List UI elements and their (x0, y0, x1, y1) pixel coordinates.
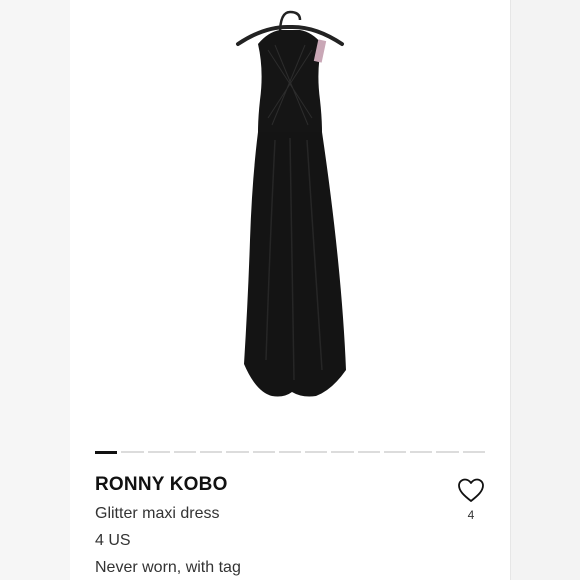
heart-outline-icon (458, 478, 484, 502)
carousel-dot (147, 451, 170, 453)
carousel-dot (226, 451, 249, 453)
carousel-dot (331, 451, 354, 453)
carousel-dot (121, 451, 144, 453)
carousel-dot (462, 451, 485, 453)
listing-title: Glitter maxi dress (95, 505, 220, 522)
carousel-dot (173, 451, 197, 453)
carousel-dot (383, 451, 407, 453)
dress-image (236, 10, 346, 397)
carousel-dot (305, 451, 328, 453)
product-photo[interactable] (70, 0, 510, 440)
carousel-dot (436, 451, 459, 453)
carousel-dot (278, 451, 302, 453)
dress-skirt (244, 132, 346, 397)
like-count: 4 (467, 508, 475, 522)
listing-size: 4 US (95, 532, 131, 549)
like-button[interactable] (455, 474, 487, 506)
carousel-dot (410, 451, 433, 453)
right-background (510, 0, 580, 580)
image-carousel-indicator (95, 450, 485, 454)
carousel-dot (95, 450, 118, 454)
carousel-dot (200, 451, 223, 453)
listing-condition: Never worn, with tag (95, 559, 241, 576)
brand-name[interactable]: RONNY KOBO (95, 474, 228, 496)
carousel-dot (252, 451, 275, 453)
carousel-dot (357, 451, 380, 453)
left-background (0, 0, 70, 580)
